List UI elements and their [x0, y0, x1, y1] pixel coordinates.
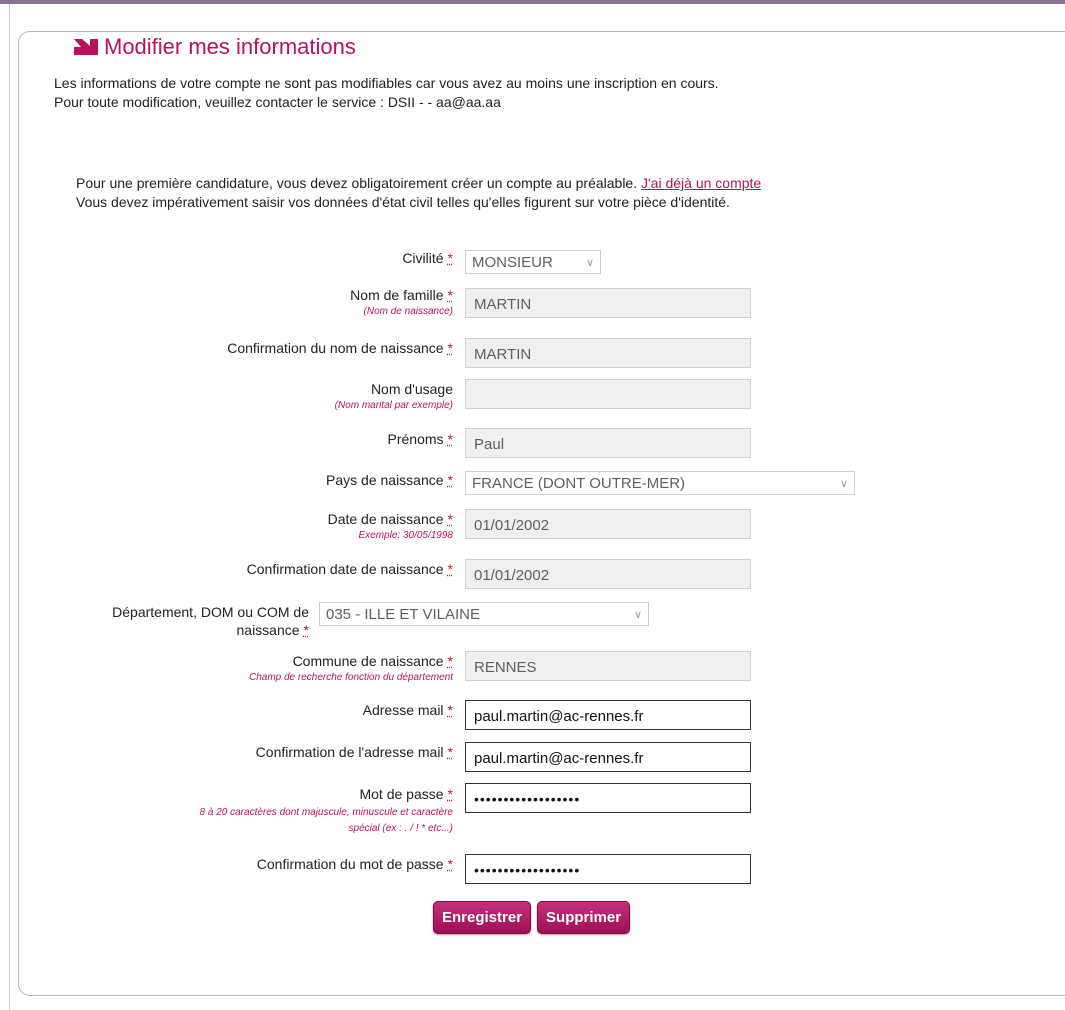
password-label: Mot de passe — [359, 786, 444, 802]
required-marker: * — [447, 287, 453, 303]
chevron-down-icon: ∨ — [585, 257, 594, 269]
pays-select[interactable]: FRANCE (DONT OUTRE-MER) ∨ — [465, 471, 855, 495]
commune-field[interactable]: RENNES — [465, 651, 751, 681]
nom-usage-label: Nom d'usage — [370, 381, 453, 397]
pays-label: Pays de naissance — [326, 472, 444, 488]
chevron-down-icon: ∨ — [839, 478, 848, 490]
chevron-down-icon: ∨ — [633, 609, 642, 621]
commune-hint: Champ de recherche fonction du départeme… — [248, 672, 453, 683]
password-field[interactable]: •••••••••••••••••• — [465, 783, 751, 813]
required-marker: * — [447, 431, 453, 447]
civilite-label: Civilité — [402, 250, 444, 266]
left-border — [9, 4, 10, 1010]
departement-label-line-1: Département, DOM ou COM de — [112, 604, 309, 620]
required-marker: * — [447, 653, 453, 669]
nom-famille-hint: (Nom de naissance) — [363, 306, 453, 317]
info-line-1: Les informations de votre compte ne sont… — [54, 75, 719, 91]
nom-usage-field[interactable] — [465, 379, 751, 409]
departement-select[interactable]: 035 - ILLE ET VILAINE ∨ — [319, 602, 649, 626]
email-label: Adresse mail — [362, 702, 444, 718]
email-field[interactable]: paul.martin@ac-rennes.fr — [465, 700, 751, 730]
nom-famille-field[interactable]: MARTIN — [465, 288, 751, 318]
form-actions: Enregistrer Supprimer — [433, 901, 631, 934]
delete-button[interactable]: Supprimer — [537, 901, 631, 934]
required-marker: * — [447, 744, 453, 760]
arrow-down-right-icon — [74, 39, 98, 55]
nom-famille-label: Nom de famille — [350, 287, 444, 303]
prenoms-field[interactable]: Paul — [465, 428, 751, 458]
required-marker: * — [447, 786, 453, 802]
confirm-date-label: Confirmation date de naissance — [246, 561, 444, 577]
nom-usage-hint: (Nom marital par exemple) — [334, 400, 453, 411]
confirm-password-field[interactable]: •••••••••••••••••• — [465, 854, 751, 884]
required-marker: * — [447, 250, 453, 266]
required-marker: * — [303, 622, 309, 638]
page-header: Modifier mes informations — [74, 33, 356, 61]
date-naissance-field[interactable]: 01/01/2002 — [465, 509, 751, 539]
intro-message: Pour une première candidature, vous deve… — [76, 174, 761, 212]
password-hint-line-2: spécial (ex : . / ! * etc...) — [348, 823, 453, 834]
intro-line-2: Vous devez impérativement saisir vos don… — [76, 194, 730, 210]
top-border — [0, 0, 1065, 4]
confirm-email-label: Confirmation de l'adresse mail — [255, 744, 444, 760]
required-marker: * — [447, 472, 453, 488]
departement-label-line-2: naissance — [236, 622, 300, 638]
required-marker: * — [447, 856, 453, 872]
confirm-nom-field[interactable]: MARTIN — [465, 338, 751, 368]
existing-account-link[interactable]: J'ai déjà un compte — [641, 175, 761, 191]
save-button[interactable]: Enregistrer — [433, 901, 532, 934]
page-title: Modifier mes informations — [104, 34, 356, 59]
date-naissance-label: Date de naissance — [327, 511, 444, 527]
confirm-email-field[interactable]: paul.martin@ac-rennes.fr — [465, 742, 751, 772]
info-message: Les informations de votre compte ne sont… — [54, 74, 719, 112]
required-marker: * — [447, 702, 453, 718]
info-line-2: Pour toute modification, veuillez contac… — [54, 94, 501, 110]
commune-label: Commune de naissance — [292, 653, 444, 669]
prenoms-label: Prénoms — [387, 431, 444, 447]
confirm-password-label: Confirmation du mot de passe — [256, 856, 444, 872]
confirm-nom-label: Confirmation du nom de naissance — [227, 340, 444, 356]
intro-line-1: Pour une première candidature, vous deve… — [76, 175, 638, 191]
date-naissance-hint: Exemple: 30/05/1998 — [358, 530, 453, 541]
required-marker: * — [447, 340, 453, 356]
civilite-select[interactable]: MONSIEUR ∨ — [465, 250, 601, 274]
password-hint-line-1: 8 à 20 caractères dont majuscule, minusc… — [199, 807, 453, 818]
required-marker: * — [447, 561, 453, 577]
confirm-date-field[interactable]: 01/01/2002 — [465, 559, 751, 589]
required-marker: * — [447, 511, 453, 527]
